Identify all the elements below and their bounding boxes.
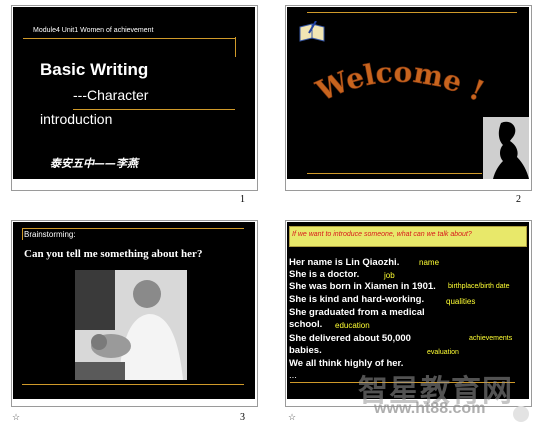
bottom-divider	[307, 173, 482, 174]
line-ellipsis: ...	[289, 370, 297, 381]
silhouette-image	[483, 117, 529, 179]
slide-1-number: 1	[240, 194, 245, 205]
slide-2[interactable]: Welcome !	[287, 7, 529, 179]
tag-name: name	[419, 258, 440, 267]
question-text: Can you tell me something about her?	[24, 248, 203, 260]
right-accent	[235, 37, 236, 57]
top-divider	[307, 12, 517, 13]
top-divider	[23, 38, 235, 39]
tag-birth: birthplace/birth date	[448, 283, 510, 290]
header-box: If we want to introduce someone, what ca…	[289, 226, 527, 247]
line-job: She is a doctor.	[289, 269, 360, 280]
photo-image	[75, 270, 187, 380]
bottom-divider	[22, 384, 244, 385]
line-birth: She was born in Xiamen in 1901.	[289, 281, 436, 292]
svg-text:Welcome !: Welcome !	[311, 56, 490, 109]
slide-1[interactable]: Module4 Unit1 Women of achievement Basic…	[13, 7, 255, 179]
slide-3-star-icon: ☆	[12, 412, 21, 422]
slide-4-star-icon: ☆	[288, 412, 297, 422]
watermark-url: www.ht88.com	[374, 400, 486, 417]
line-education-1: She graduated from a medical	[289, 307, 425, 318]
slide-title: Basic Writing	[40, 60, 149, 79]
subtitle-line-2: introduction	[40, 111, 113, 127]
tag-education: education	[335, 321, 370, 330]
line-name: Her name is Lin Qiaozhi.	[289, 257, 400, 268]
tag-job: job	[384, 271, 395, 280]
author-line: 泰安五中——李燕	[50, 157, 138, 170]
mid-divider	[73, 109, 235, 110]
slide-3-number: 3	[240, 412, 245, 423]
welcome-text: Welcome !	[310, 55, 489, 108]
label-accent	[22, 228, 23, 240]
watermark-badge	[513, 406, 529, 422]
module-line: Module4 Unit1 Women of achievement	[33, 27, 154, 34]
slide-3[interactable]: Brainstorming: Can you tell me something…	[13, 222, 255, 399]
tag-qualities: qualities	[446, 297, 476, 306]
subtitle-line-1: ---Character	[73, 87, 149, 103]
line-achievement-2: babies.	[289, 345, 322, 356]
line-qualities: She is kind and hard-working.	[289, 294, 425, 305]
brainstorm-label: Brainstorming:	[24, 230, 76, 239]
line-education-2: school.	[289, 319, 323, 330]
tag-achievements: achievements	[469, 335, 513, 342]
top-divider	[22, 228, 244, 229]
line-achievement-1: She delivered about 50,000	[289, 333, 411, 344]
tag-evaluation: evaluation	[427, 349, 459, 356]
slide-2-number: 2	[516, 194, 521, 205]
header-text: If we want to introduce someone, what ca…	[292, 231, 472, 238]
